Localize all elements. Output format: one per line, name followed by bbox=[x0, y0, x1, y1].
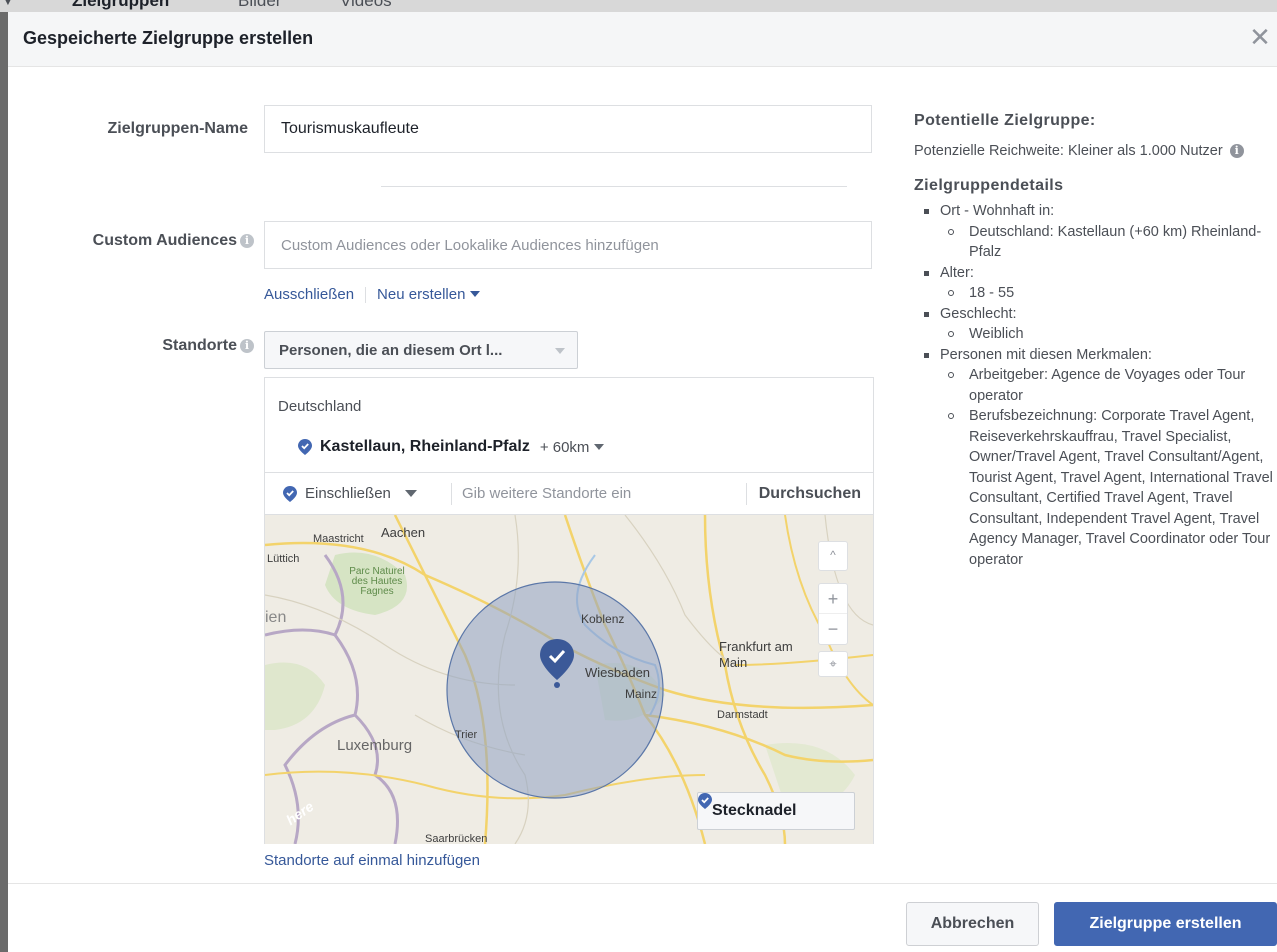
map-label-koblenz: Koblenz bbox=[581, 612, 625, 626]
detail-item: Alter: 18 - 55 bbox=[914, 263, 1274, 304]
recenter-icon[interactable]: ⌖ bbox=[818, 651, 848, 677]
map-label-luettich: Lüttich bbox=[267, 553, 300, 565]
location-type-dropdown[interactable]: Personen, die an diesem Ort l... bbox=[264, 331, 578, 369]
custom-audiences-links: Ausschließen Neu erstellen bbox=[264, 286, 481, 303]
create-audience-button[interactable]: Zielgruppe erstellen bbox=[1054, 902, 1277, 946]
create-audience-dialog: Gespeicherte Zielgruppe erstellen ✕ Ziel… bbox=[8, 12, 1277, 952]
chevron-down-icon bbox=[555, 348, 565, 354]
custom-audiences-label-text: Custom Audiences bbox=[92, 232, 237, 249]
detail-item: Ort - Wohnhaft in: Deutschland: Kastella… bbox=[914, 201, 1274, 263]
location-search-input[interactable]: Gib weitere Standorte ein bbox=[452, 485, 746, 502]
divider bbox=[381, 186, 847, 187]
search-button[interactable]: Durchsuchen bbox=[745, 482, 873, 505]
divider bbox=[365, 286, 367, 303]
map-pin-icon bbox=[283, 485, 297, 502]
location-search-bar: Einschließen Gib weitere Standorte ein D… bbox=[265, 472, 873, 515]
location-search-placeholder: Gib weitere Standorte ein bbox=[462, 485, 632, 502]
radius-value: + 60km bbox=[539, 438, 590, 456]
location-city: Kastellaun, Rheinland-Pfalz bbox=[320, 438, 530, 455]
location-type-value: Personen, die an diesem Ort l... bbox=[279, 341, 503, 359]
map[interactable]: Aachen Maastricht Lüttich Parc Naturel d… bbox=[265, 515, 873, 844]
detail-item: Geschlecht: Weiblich bbox=[914, 304, 1274, 345]
create-new-link-text: Neu erstellen bbox=[377, 286, 466, 303]
map-collapse-button[interactable]: ^ bbox=[818, 541, 848, 571]
audience-name-label: Zielgruppen-Name bbox=[107, 120, 248, 137]
close-icon[interactable]: ✕ bbox=[1247, 24, 1273, 50]
chevron-down-icon: ▼ bbox=[2, 0, 14, 8]
include-select[interactable]: Einschließen bbox=[265, 485, 451, 502]
locations-label: Standorte i bbox=[28, 337, 254, 355]
detail-label: Ort - Wohnhaft in: bbox=[940, 203, 1055, 219]
map-pin-icon bbox=[298, 439, 312, 455]
summary-reach: Potenzielle Reichweite: Kleiner als 1.00… bbox=[914, 140, 1274, 162]
detail-item: Personen mit diesen Merkmalen: Arbeitgeb… bbox=[914, 345, 1274, 571]
detail-label: Personen mit diesen Merkmalen: bbox=[940, 346, 1152, 363]
detail-subitem: Berufsbezeichnung: Corporate Travel Agen… bbox=[940, 406, 1274, 570]
background-tabs: ▼ Zielgruppen Bilder Videos bbox=[0, 0, 1277, 12]
map-label-ien: ien bbox=[265, 609, 287, 626]
bulk-add-locations-link[interactable]: Standorte auf einmal hinzufügen bbox=[264, 852, 480, 869]
footer-divider bbox=[8, 883, 1277, 884]
locations-label-text: Standorte bbox=[162, 337, 237, 354]
info-icon[interactable]: i bbox=[1229, 144, 1244, 158]
detail-subitem: Deutschland: Kastellaun (+60 km) Rheinla… bbox=[940, 222, 1274, 263]
map-label-luxemburg: Luxemburg bbox=[337, 737, 413, 754]
audience-summary: Potentielle Zielgruppe: Potenzielle Reic… bbox=[914, 112, 1274, 570]
detail-subitem: Arbeitgeber: Agence de Voyages oder Tour… bbox=[940, 365, 1274, 406]
summary-reach-text: Potenzielle Reichweite: Kleiner als 1.00… bbox=[914, 143, 1223, 159]
chevron-down-icon bbox=[594, 443, 605, 450]
map-label-fagnes: Parc Naturel des Hautes Fagnes bbox=[349, 566, 405, 597]
info-icon[interactable]: i bbox=[240, 339, 254, 353]
detail-label: Geschlecht: bbox=[940, 305, 1017, 322]
zoom-controls: + − bbox=[818, 583, 848, 645]
summary-title: Potentielle Zielgruppe: bbox=[914, 112, 1096, 129]
map-label-trier: Trier bbox=[455, 729, 478, 741]
location-country: Deutschland bbox=[278, 398, 362, 415]
location-box: Deutschland Kastellaun, Rheinland-Pfalz … bbox=[264, 377, 874, 844]
map-label-mainz: Mainz bbox=[625, 687, 658, 701]
drop-pin-label: Stecknadel bbox=[712, 802, 797, 819]
map-label-aachen: Aachen bbox=[381, 525, 426, 540]
create-new-link[interactable]: Neu erstellen bbox=[377, 286, 481, 303]
map-pin-icon bbox=[698, 793, 712, 809]
include-select-value: Einschließen bbox=[305, 485, 391, 502]
tab-zielgruppen[interactable]: Zielgruppen bbox=[72, 0, 169, 11]
detail-label: Alter: bbox=[940, 264, 974, 281]
map-label-darmstadt: Darmstadt bbox=[717, 709, 768, 721]
map-label-frankfurt: Frankfurt am Main bbox=[719, 639, 793, 670]
modal-title: Gespeicherte Zielgruppe erstellen bbox=[23, 28, 314, 48]
audience-name-input[interactable]: Tourismuskaufleute bbox=[264, 105, 872, 153]
zoom-out-button[interactable]: − bbox=[819, 614, 847, 644]
map-label-maastricht: Maastricht bbox=[313, 533, 364, 545]
zoom-in-button[interactable]: + bbox=[819, 584, 847, 614]
map-label-saarbruecken: Saarbrücken bbox=[425, 833, 488, 844]
summary-details-title: Zielgruppendetails bbox=[914, 177, 1064, 194]
info-icon[interactable]: i bbox=[240, 234, 254, 248]
custom-audiences-input[interactable]: Custom Audiences oder Lookalike Audience… bbox=[264, 221, 872, 269]
chevron-down-icon bbox=[404, 490, 417, 497]
chevron-down-icon bbox=[470, 291, 481, 297]
tab-bilder[interactable]: Bilder bbox=[238, 0, 281, 11]
radius-dropdown[interactable]: + 60km bbox=[540, 439, 605, 456]
detail-subitem: Weiblich bbox=[940, 324, 1274, 345]
drop-pin-button[interactable]: Stecknadel bbox=[697, 792, 855, 830]
audience-name-value: Tourismuskaufleute bbox=[281, 120, 419, 137]
exclude-link[interactable]: Ausschließen bbox=[264, 286, 354, 303]
detail-subitem: 18 - 55 bbox=[940, 283, 1274, 304]
custom-audiences-placeholder: Custom Audiences oder Lookalike Audience… bbox=[281, 236, 659, 254]
custom-audiences-label: Custom Audiences i bbox=[28, 232, 254, 250]
modal-header: Gespeicherte Zielgruppe erstellen ✕ bbox=[8, 12, 1277, 67]
tab-videos[interactable]: Videos bbox=[340, 0, 392, 11]
location-city-row: Kastellaun, Rheinland-Pfalz + 60km bbox=[298, 438, 605, 456]
map-label-wiesbaden: Wiesbaden bbox=[585, 665, 651, 680]
summary-details-list: Ort - Wohnhaft in: Deutschland: Kastella… bbox=[914, 201, 1274, 570]
cancel-button[interactable]: Abbrechen bbox=[906, 902, 1039, 946]
